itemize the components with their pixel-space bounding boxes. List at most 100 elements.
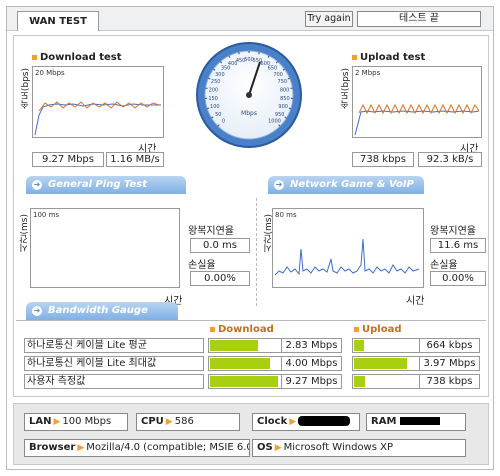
download-bar-box: 4.00 Mbps bbox=[208, 356, 342, 371]
gauge-tick-label: 1000 bbox=[268, 119, 281, 125]
row-name: 사용자 측정값 bbox=[24, 374, 204, 389]
gauge-tick bbox=[288, 107, 291, 110]
game-loss-value: 0.00% bbox=[430, 271, 486, 286]
game-rtt-value: 11.6 ms bbox=[430, 238, 486, 253]
download-column-header: Download bbox=[210, 324, 274, 335]
row-name: 하나로통신 케이블 Lite 최대값 bbox=[24, 356, 204, 371]
gauge-tick-label: 800 bbox=[280, 87, 290, 93]
lan-info: LAN ▶ 100 Mbps bbox=[24, 413, 128, 431]
gauge-tick-label: 100 bbox=[210, 104, 220, 110]
download-value: 4.00 Mbps bbox=[281, 357, 341, 370]
arrow-right-icon: ➜ bbox=[32, 306, 42, 316]
divider-line bbox=[16, 320, 486, 321]
wan-test-panel: WAN TEST Try again 테스트 끝 Download test 속… bbox=[6, 6, 494, 470]
download-bar bbox=[210, 376, 278, 387]
ping-rtt-value: 0.0 ms bbox=[190, 238, 250, 253]
upload-title: Upload test bbox=[352, 52, 425, 63]
gauge-unit: Mbps bbox=[241, 110, 257, 117]
game-voip-band: ➜ Network Game & VoIP Test bbox=[268, 176, 424, 208]
game-xlabel: 시간 bbox=[406, 296, 425, 307]
top-bar: WAN TEST Try again 테스트 끝 bbox=[7, 7, 493, 31]
gauge-tick-label: 950 bbox=[275, 112, 285, 118]
upload-bar-box: 664 kbps bbox=[352, 338, 480, 353]
upload-ylabel: 속도(bps) bbox=[341, 68, 351, 110]
game-rtt-label: 왕복지연율 bbox=[430, 226, 476, 237]
upload-value: 3.97 Mbps bbox=[419, 357, 479, 370]
ram-info: RAM bbox=[366, 413, 466, 431]
gauge-tick-label: 900 bbox=[278, 104, 288, 110]
gauge-tick-label: 300 bbox=[215, 72, 225, 78]
tab-wan-test[interactable]: WAN TEST bbox=[17, 11, 99, 31]
main-area: Download test 속도(bps) 20 Mbps 시간 9.27 Mb… bbox=[13, 35, 489, 397]
upload-value-bytes: 92.3 kB/s bbox=[418, 152, 482, 167]
gauge-tick bbox=[207, 107, 210, 110]
upload-bar-box: 3.97 Mbps bbox=[352, 356, 480, 371]
bullet-icon bbox=[354, 326, 359, 332]
arrow-right-icon: ➜ bbox=[274, 180, 284, 190]
upload-bar-box: 738 kbps bbox=[352, 374, 480, 389]
browser-info: Browser ▶ Mozilla/4.0 (compatible; MSIE 6.… bbox=[24, 439, 250, 457]
system-info: LAN ▶ 100 Mbps CPU ▶ 586 Clock ▶ RAM Browser ▶… bbox=[13, 403, 489, 465]
os-info: OS ▶ Microsoft Windows XP bbox=[252, 439, 466, 457]
download-value: 2.83 Mbps bbox=[281, 339, 341, 352]
clock-info: Clock ▶ bbox=[252, 413, 360, 431]
gauge-tick-label: 200 bbox=[209, 87, 219, 93]
bandwidth-row: 사용자 측정값 9.27 Mbps 738 kbps bbox=[24, 374, 480, 389]
gauge-tick bbox=[258, 52, 260, 55]
download-graph: 20 Mbps bbox=[32, 66, 164, 138]
download-title: Download test bbox=[32, 52, 122, 63]
gauge-tick-label: 250 bbox=[211, 79, 221, 85]
arrow-right-icon: ▶ bbox=[274, 443, 282, 453]
ping-loss-value: 0.00% bbox=[190, 271, 250, 286]
general-ping-band: ➜ General Ping Test bbox=[26, 176, 186, 194]
bandwidth-row: 하나로통신 케이블 Lite 최대값 4.00 Mbps 3.97 Mbps bbox=[24, 356, 480, 371]
download-value-bytes: 1.16 MB/s bbox=[106, 152, 164, 167]
download-ylabel: 속도(bps) bbox=[21, 68, 31, 110]
cpu-info: CPU ▶ 586 bbox=[136, 413, 240, 431]
upload-bar bbox=[354, 340, 364, 351]
upload-graph: 2 Mbps bbox=[352, 66, 482, 138]
game-plot bbox=[274, 238, 420, 276]
row-name: 하나로통신 케이블 Lite 평균 bbox=[24, 338, 204, 353]
gauge-tick-label: 150 bbox=[208, 96, 218, 102]
game-graph: 80 ms bbox=[272, 208, 424, 288]
gauge-tick bbox=[287, 77, 290, 80]
download-value: 9.27 Mbps bbox=[281, 375, 341, 388]
divider bbox=[256, 198, 257, 306]
download-bar bbox=[210, 358, 270, 369]
status-field: 테스트 끝 bbox=[357, 11, 481, 27]
bandwidth-gauge-band: ➜ Bandwidth Gauge bbox=[26, 302, 178, 320]
bullet-icon bbox=[32, 54, 37, 60]
try-again-button[interactable]: Try again bbox=[305, 11, 353, 27]
download-value-bps: 9.27 Mbps bbox=[32, 152, 104, 167]
bullet-icon bbox=[210, 326, 215, 332]
bandwidth-row: 하나로통신 케이블 Lite 평균 2.83 Mbps 664 kbps bbox=[24, 338, 480, 353]
gauge-tick-label: 700 bbox=[273, 72, 283, 78]
upload-plot bbox=[354, 103, 480, 136]
download-bar bbox=[210, 340, 258, 351]
redacted-block bbox=[400, 417, 441, 425]
ping-loss-label: 손실율 bbox=[188, 260, 216, 271]
ping-scale: 100 ms bbox=[33, 211, 60, 219]
gauge-tick-label: 50 bbox=[215, 112, 221, 118]
gauge-tick bbox=[238, 52, 240, 55]
upload-value: 738 kbps bbox=[419, 375, 479, 388]
redacted-block bbox=[298, 416, 351, 426]
upload-column-header: Upload bbox=[354, 324, 401, 335]
speed-gauge: 0501001502002503003504004505005506006507… bbox=[196, 42, 302, 148]
arrow-right-icon: ➜ bbox=[32, 180, 42, 190]
gauge-tick bbox=[208, 77, 211, 80]
upload-bar bbox=[354, 376, 365, 387]
upload-value-bps: 738 kbps bbox=[352, 152, 414, 167]
arrow-right-icon: ▶ bbox=[165, 417, 173, 427]
gauge-tick-label: 850 bbox=[280, 96, 290, 102]
arrow-right-icon: ▶ bbox=[77, 443, 85, 453]
download-plot bbox=[34, 101, 161, 136]
gauge-tick-label: 650 bbox=[268, 66, 278, 72]
upload-bar bbox=[354, 358, 407, 369]
gauge-tick-label: 750 bbox=[278, 79, 288, 85]
game-loss-label: 손실율 bbox=[430, 260, 458, 271]
arrow-right-icon: ▶ bbox=[53, 417, 61, 427]
gauge-tick-label: 0 bbox=[222, 119, 225, 125]
upload-value: 664 kbps bbox=[419, 339, 479, 352]
